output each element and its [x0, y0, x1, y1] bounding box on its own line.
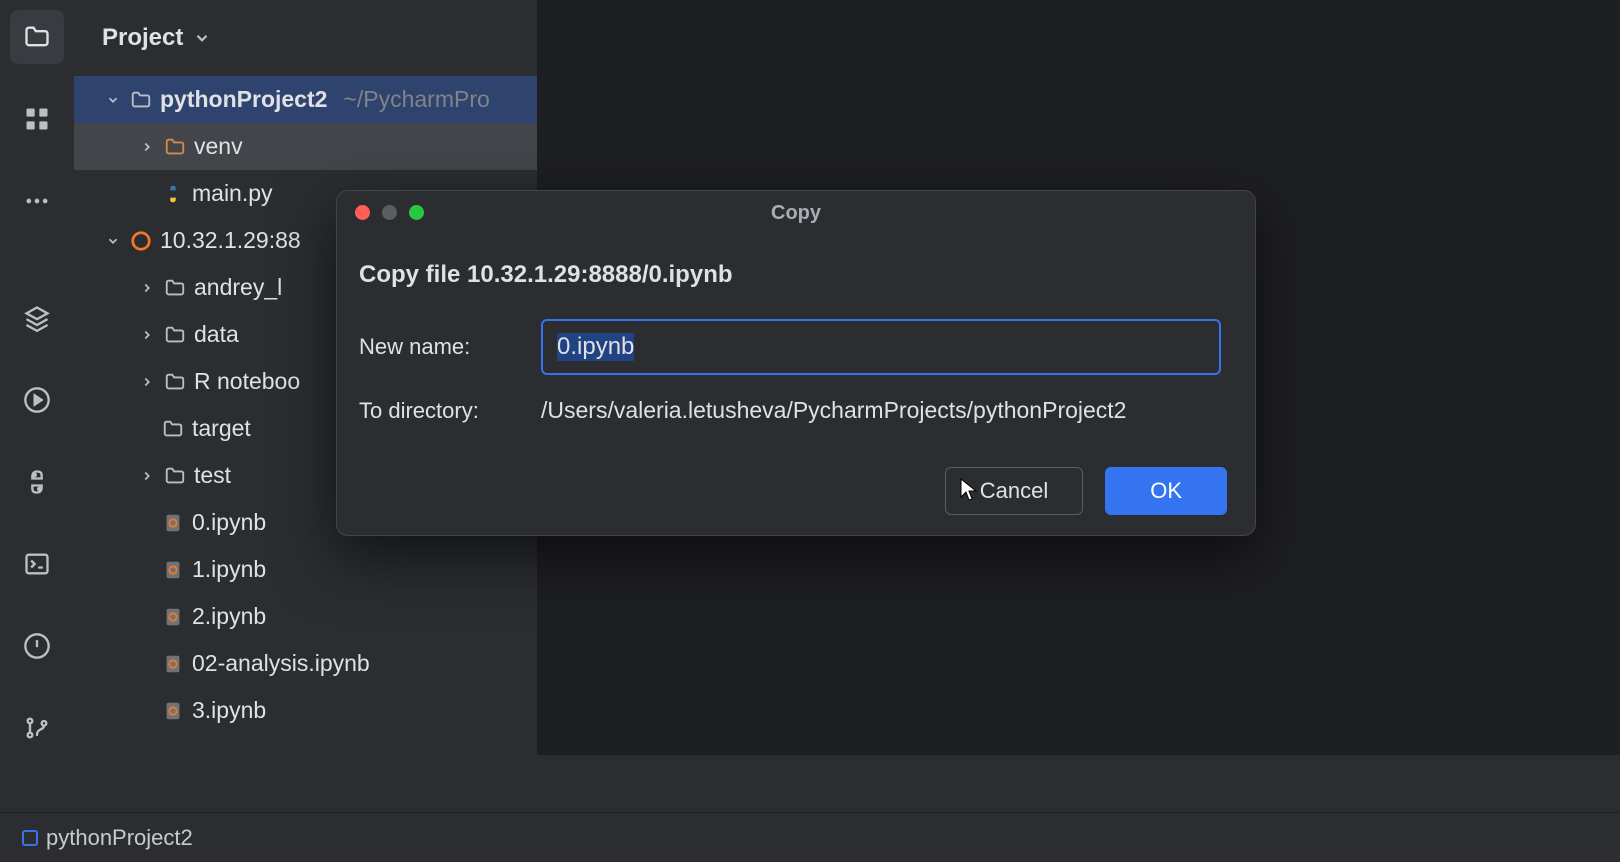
more-icon	[23, 187, 51, 215]
tree-item-venv[interactable]: venv	[74, 123, 537, 170]
project-panel-header[interactable]: Project	[74, 0, 537, 76]
chevron-right-icon[interactable]	[138, 138, 156, 156]
tree-label: target	[192, 415, 251, 442]
layers-icon	[23, 304, 51, 332]
tree-label: R noteboo	[194, 368, 300, 395]
project-panel-title: Project	[102, 24, 183, 52]
window-controls	[355, 205, 424, 220]
zoom-icon[interactable]	[409, 205, 424, 220]
tree-label: 0.ipynb	[192, 509, 266, 536]
dialog-titlebar: Copy	[337, 191, 1255, 235]
tree-label: 2.ipynb	[192, 603, 266, 630]
jupyter-server-icon	[130, 230, 152, 252]
python-console-tool-button[interactable]	[10, 455, 64, 509]
run-tool-button[interactable]	[10, 373, 64, 427]
to-directory-value: /Users/valeria.letusheva/PycharmProjects…	[541, 397, 1221, 424]
dialog-heading: Copy file 10.32.1.29:8888/0.ipynb	[359, 261, 1221, 289]
left-toolbar	[0, 0, 74, 755]
folder-icon	[164, 324, 186, 346]
new-name-input[interactable]	[541, 319, 1221, 375]
to-directory-label: To directory:	[359, 398, 541, 424]
tree-item-nb1[interactable]: 1.ipynb	[74, 546, 537, 593]
notebook-icon	[162, 559, 184, 581]
tree-label: venv	[194, 133, 243, 160]
notebook-icon	[162, 512, 184, 534]
new-name-row: New name:	[359, 319, 1221, 375]
play-circle-icon	[23, 386, 51, 414]
dialog-title: Copy	[771, 202, 821, 225]
close-icon[interactable]	[355, 205, 370, 220]
folder-icon	[164, 277, 186, 299]
tree-label: pythonProject2	[160, 86, 327, 113]
tree-label: test	[194, 462, 231, 489]
minimize-icon	[382, 205, 397, 220]
branch-icon	[23, 714, 51, 742]
chevron-right-icon[interactable]	[138, 326, 156, 344]
warning-circle-icon	[23, 632, 51, 660]
notebook-icon	[162, 700, 184, 722]
notebook-icon	[162, 653, 184, 675]
notebook-icon	[162, 606, 184, 628]
project-tool-button[interactable]	[10, 10, 64, 64]
layers-tool-button[interactable]	[10, 291, 64, 345]
python-file-icon	[162, 183, 184, 205]
folder-icon	[162, 418, 184, 440]
cancel-button[interactable]: Cancel	[945, 467, 1083, 515]
structure-tool-button[interactable]	[10, 92, 64, 146]
problems-tool-button[interactable]	[10, 619, 64, 673]
chevron-right-icon[interactable]	[138, 279, 156, 297]
tree-root[interactable]: pythonProject2 ~/PycharmPro	[74, 76, 537, 123]
tree-item-nb3[interactable]: 3.ipynb	[74, 687, 537, 734]
vcs-tool-button[interactable]	[10, 701, 64, 755]
tree-label: 3.ipynb	[192, 697, 266, 724]
grid-icon	[23, 105, 51, 133]
tree-item-nb2[interactable]: 2.ipynb	[74, 593, 537, 640]
tree-label: data	[194, 321, 239, 348]
chevron-down-icon[interactable]	[104, 91, 122, 109]
tree-label: 02-analysis.ipynb	[192, 650, 370, 677]
chevron-down-icon	[193, 29, 211, 47]
module-icon	[22, 830, 38, 846]
tree-label: 10.32.1.29:88	[160, 227, 301, 254]
status-bar: pythonProject2	[0, 812, 1620, 862]
tree-item-nb02[interactable]: 02-analysis.ipynb	[74, 640, 537, 687]
status-text: pythonProject2	[46, 825, 193, 851]
more-tool-button[interactable]	[10, 174, 64, 228]
folder-icon	[164, 371, 186, 393]
tree-label: andrey_l	[194, 274, 282, 301]
tree-label: 1.ipynb	[192, 556, 266, 583]
terminal-tool-button[interactable]	[10, 537, 64, 591]
folder-icon	[164, 136, 186, 158]
ok-button[interactable]: OK	[1105, 467, 1227, 515]
chevron-right-icon[interactable]	[138, 373, 156, 391]
to-directory-row: To directory: /Users/valeria.letusheva/P…	[359, 397, 1221, 424]
terminal-icon	[23, 550, 51, 578]
copy-dialog: Copy Copy file 10.32.1.29:8888/0.ipynb N…	[336, 190, 1256, 536]
chevron-down-icon[interactable]	[104, 232, 122, 250]
chevron-right-icon[interactable]	[138, 467, 156, 485]
python-icon	[23, 468, 51, 496]
tree-path: ~/PycharmPro	[343, 86, 489, 113]
folder-icon	[130, 89, 152, 111]
folder-icon	[164, 465, 186, 487]
tree-label: main.py	[192, 180, 273, 207]
folder-icon	[23, 23, 51, 51]
new-name-label: New name:	[359, 334, 541, 360]
